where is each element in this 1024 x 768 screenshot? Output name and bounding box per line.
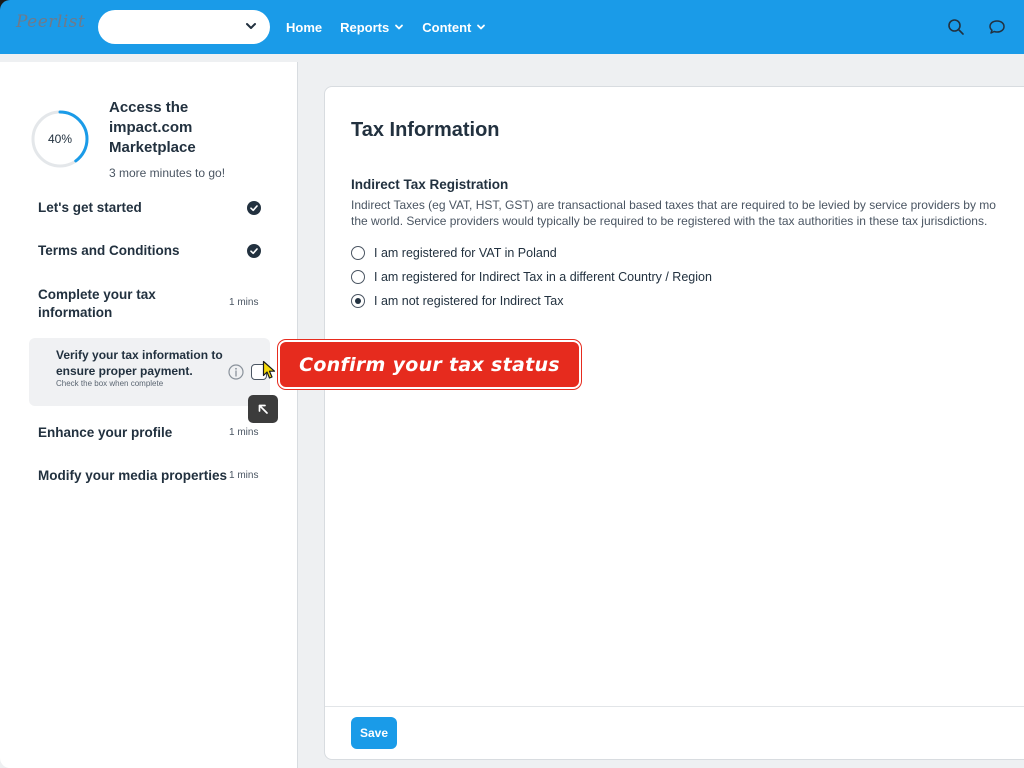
callout-text: Confirm your tax status	[299, 353, 560, 376]
radio-option-not-registered[interactable]: I am not registered for Indirect Tax	[351, 294, 563, 308]
app-logo[interactable]: Peerlist	[16, 12, 85, 32]
search-icon[interactable]	[946, 17, 966, 37]
step-duration: 1 mins	[229, 470, 259, 481]
save-button[interactable]: Save	[351, 717, 397, 749]
chevron-down-icon	[246, 23, 256, 29]
radio-label: I am registered for VAT in Poland	[374, 246, 557, 260]
section-description-line: Indirect Taxes (eg VAT, HST, GST) are tr…	[351, 198, 996, 212]
radio-label: I am not registered for Indirect Tax	[374, 294, 564, 308]
nav-content-label: Content	[422, 19, 472, 35]
substep-title: Verify your tax information to ensure pr…	[56, 348, 223, 378]
substep-hint: Check the box when complete	[56, 379, 164, 388]
chevron-down-icon	[477, 24, 486, 30]
tutorial-callout: Confirm your tax status	[278, 340, 581, 389]
arrow-up-left-icon	[258, 404, 268, 414]
radio-option-other-country[interactable]: I am registered for Indirect Tax in a di…	[351, 270, 712, 284]
nav-home[interactable]: Home	[286, 20, 322, 35]
nav-content[interactable]: Content	[422, 20, 486, 35]
sidebar-subtitle: 3 more minutes to go!	[109, 166, 226, 180]
radio-label: I am registered for Indirect Tax in a di…	[374, 270, 712, 284]
top-navbar: Peerlist Home Reports Content	[0, 0, 1024, 54]
sidebar-title: Access the impact.com Marketplace	[109, 99, 196, 156]
account-select[interactable]	[98, 10, 270, 44]
step-terms-and-conditions[interactable]: Terms and Conditions	[38, 242, 180, 260]
card-footer-divider	[325, 706, 1024, 707]
step-lets-get-started[interactable]: Let's get started	[38, 199, 142, 217]
radio-button[interactable]	[351, 246, 365, 260]
check-circle-icon	[247, 201, 261, 215]
page-title: Tax Information	[351, 119, 500, 141]
mouse-pointer-icon	[262, 360, 276, 379]
check-circle-icon	[247, 244, 261, 258]
main-nav: Home Reports Content	[286, 0, 486, 54]
radio-option-vat-poland[interactable]: I am registered for VAT in Poland	[351, 246, 557, 260]
nav-reports[interactable]: Reports	[340, 20, 404, 35]
section-description: Indirect Taxes (eg VAT, HST, GST) are tr…	[351, 197, 1024, 229]
step-duration: 1 mins	[229, 297, 259, 308]
step-duration: 1 mins	[229, 427, 259, 438]
info-icon[interactable]	[228, 364, 244, 380]
tax-information-card: Tax Information Indirect Tax Registratio…	[324, 86, 1024, 760]
step-modify-media-properties[interactable]: Modify your media properties	[38, 467, 227, 485]
section-title: Indirect Tax Registration	[351, 177, 509, 192]
chevron-down-icon	[395, 24, 404, 30]
substep-verify-tax: Verify your tax information to ensure pr…	[29, 338, 270, 406]
arrow-up-left-button[interactable]	[248, 395, 278, 423]
radio-button[interactable]	[351, 270, 365, 284]
step-enhance-profile[interactable]: Enhance your profile	[38, 424, 172, 442]
step-complete-tax-information[interactable]: Complete your tax information	[38, 286, 208, 322]
progress-percent: 40%	[47, 132, 73, 146]
nav-reports-label: Reports	[340, 19, 390, 35]
nav-home-label: Home	[286, 19, 323, 35]
main-area: 40% Access the impact.com Marketplace 3 …	[0, 54, 1024, 768]
radio-button-selected[interactable]	[351, 294, 365, 308]
section-description-line: the world. Service providers would typic…	[351, 214, 988, 228]
chat-icon[interactable]	[987, 17, 1007, 37]
